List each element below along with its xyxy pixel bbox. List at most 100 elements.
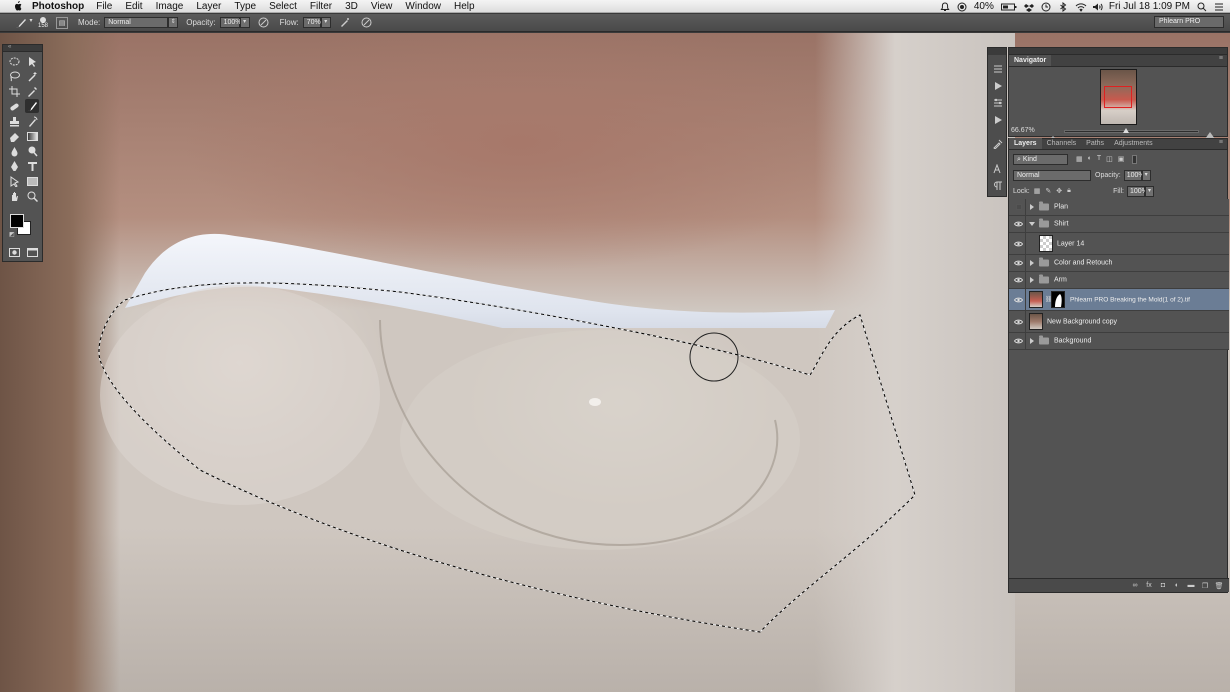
foreground-color-swatch[interactable]: [10, 214, 24, 228]
menu-image[interactable]: Image: [156, 1, 184, 12]
menu-layer[interactable]: Layer: [196, 1, 221, 12]
collapse-tools-icon[interactable]: «: [8, 44, 11, 50]
layer-row-arm[interactable]: Arm: [1009, 272, 1229, 289]
new-layer-icon[interactable]: ❐: [1201, 582, 1209, 590]
healing-brush-tool-icon[interactable]: [7, 99, 21, 113]
menu-select[interactable]: Select: [269, 1, 297, 12]
brush-size-picker[interactable]: 158: [38, 16, 48, 29]
flow-field[interactable]: 70%: [302, 17, 321, 28]
lock-transparent-pixels-icon[interactable]: ▦: [1034, 187, 1041, 195]
lasso-tool-icon[interactable]: [7, 69, 21, 83]
actions-panel-icon[interactable]: [992, 80, 1004, 92]
play-action-icon[interactable]: [992, 114, 1004, 126]
menu-type[interactable]: Type: [234, 1, 256, 12]
screen-mode-icon[interactable]: [25, 245, 39, 259]
layer-row-color-and-retouch[interactable]: Color and Retouch: [1009, 255, 1229, 272]
tool-presets-icon[interactable]: [992, 138, 1004, 150]
layer-visibility-toggle[interactable]: [1012, 255, 1026, 271]
pressure-size-icon[interactable]: [361, 17, 373, 29]
layers-panel-menu-icon[interactable]: ≡: [1219, 139, 1223, 146]
character-panel-icon[interactable]: [992, 163, 1004, 175]
pressure-opacity-icon[interactable]: [258, 17, 270, 29]
menu-view[interactable]: View: [371, 1, 393, 12]
paragraph-panel-icon[interactable]: [992, 180, 1004, 192]
lock-image-pixels-icon[interactable]: ✎: [1045, 187, 1051, 195]
battery-percent[interactable]: 40%: [974, 1, 994, 12]
brush-tool-icon[interactable]: [25, 99, 39, 113]
history-panel-icon[interactable]: [992, 63, 1004, 75]
volume-icon[interactable]: [1092, 2, 1103, 12]
link-layers-icon[interactable]: ∞: [1131, 582, 1139, 590]
delete-layer-icon[interactable]: 🗑︎: [1215, 582, 1224, 590]
filter-pixel-icon[interactable]: ▦: [1076, 155, 1083, 163]
crop-tool-icon[interactable]: [7, 84, 21, 98]
clone-stamp-tool-icon[interactable]: [7, 114, 21, 128]
layer-visibility-toggle[interactable]: [1012, 233, 1026, 254]
marquee-tool-icon[interactable]: [7, 54, 21, 68]
dropbox-icon[interactable]: [1023, 2, 1034, 12]
layer-visibility-toggle[interactable]: [1012, 311, 1026, 332]
layer-row-new-background-copy[interactable]: New Background copy: [1009, 311, 1229, 333]
opacity-slider-arrow-icon[interactable]: ▾: [239, 17, 250, 28]
navigator-zoom-slider-knob[interactable]: [1123, 128, 1129, 133]
airbrush-icon[interactable]: [339, 17, 351, 29]
default-colors-icon[interactable]: ◩: [9, 231, 15, 238]
magic-wand-tool-icon[interactable]: [25, 69, 39, 83]
history-brush-tool-icon[interactable]: [25, 114, 39, 128]
blur-tool-icon[interactable]: [7, 144, 21, 158]
collapse-arrow-icon[interactable]: [1029, 222, 1035, 226]
bluetooth-icon[interactable]: [1058, 1, 1068, 12]
layer-style-fx-icon[interactable]: fx: [1145, 582, 1153, 590]
app-name-menu[interactable]: Photoshop: [32, 1, 84, 12]
expand-arrow-icon[interactable]: [1030, 277, 1034, 283]
layer-opacity-arrow-icon[interactable]: ▾: [1141, 169, 1151, 181]
menu-edit[interactable]: Edit: [125, 1, 142, 12]
layer-mask-thumbnail[interactable]: [1051, 291, 1065, 308]
tab-navigator[interactable]: Navigator: [1009, 55, 1052, 66]
mode-dropdown-arrow-icon[interactable]: ⇕: [168, 17, 179, 28]
rectangle-tool-icon[interactable]: [25, 174, 39, 188]
type-tool-icon[interactable]: [25, 159, 39, 173]
dock-header[interactable]: [988, 48, 1006, 55]
notification-bell-icon[interactable]: [940, 1, 950, 12]
filter-type-icon[interactable]: T: [1097, 155, 1101, 163]
layer-visibility-toggle[interactable]: [1012, 289, 1026, 310]
fill-arrow-icon[interactable]: ▾: [1145, 185, 1154, 197]
layer-visibility-toggle[interactable]: [1012, 333, 1026, 349]
move-tool-icon[interactable]: [25, 54, 39, 68]
layer-visibility-toggle[interactable]: [1012, 216, 1026, 232]
hand-tool-icon[interactable]: [7, 189, 21, 203]
layer-row-phlearn-pro-tif[interactable]: ⛓︎ Phlearn PRO Breaking the Mold(1 of 2)…: [1009, 289, 1229, 311]
tools-panel-header[interactable]: «: [3, 44, 42, 52]
mode-select[interactable]: Normal: [104, 17, 169, 28]
brush-tool-preset-icon[interactable]: [14, 17, 28, 29]
expand-arrow-icon[interactable]: [1030, 260, 1034, 266]
navigator-zoom-value[interactable]: 66.67%: [1011, 127, 1035, 134]
lock-all-icon[interactable]: 🔒︎: [1067, 187, 1071, 195]
filter-shape-icon[interactable]: ◫: [1106, 155, 1113, 163]
filter-adjustment-icon[interactable]: ◐: [1088, 155, 1092, 163]
path-selection-tool-icon[interactable]: [7, 174, 21, 188]
eyedropper-tool-icon[interactable]: [25, 84, 39, 98]
new-group-icon[interactable]: ▬: [1187, 582, 1195, 590]
layer-row-shirt[interactable]: Shirt: [1009, 216, 1229, 233]
zoom-out-icon[interactable]: [1049, 127, 1057, 140]
menu-filter[interactable]: Filter: [310, 1, 332, 12]
navigator-panel-header[interactable]: [1009, 48, 1227, 55]
apple-menu-icon[interactable]: [11, 1, 23, 12]
quick-mask-icon[interactable]: [7, 245, 21, 259]
time-machine-icon[interactable]: [1041, 2, 1051, 12]
pen-tool-icon[interactable]: [7, 159, 21, 173]
flow-slider-arrow-icon[interactable]: ▾: [320, 17, 331, 28]
tab-layers[interactable]: Layers: [1009, 138, 1042, 149]
spotlight-search-icon[interactable]: [1197, 2, 1207, 12]
filter-smart-object-icon[interactable]: ▣: [1118, 155, 1125, 163]
layer-row-layer-14[interactable]: Layer 14: [1009, 233, 1229, 255]
eraser-tool-icon[interactable]: [7, 129, 21, 143]
properties-panel-icon[interactable]: [992, 97, 1004, 109]
expand-arrow-icon[interactable]: [1030, 204, 1034, 210]
brush-panel-toggle-icon[interactable]: ▤: [56, 16, 69, 29]
layer-visibility-toggle[interactable]: [1012, 272, 1026, 288]
zoom-tool-icon[interactable]: [25, 189, 39, 203]
gradient-tool-icon[interactable]: [25, 129, 39, 143]
